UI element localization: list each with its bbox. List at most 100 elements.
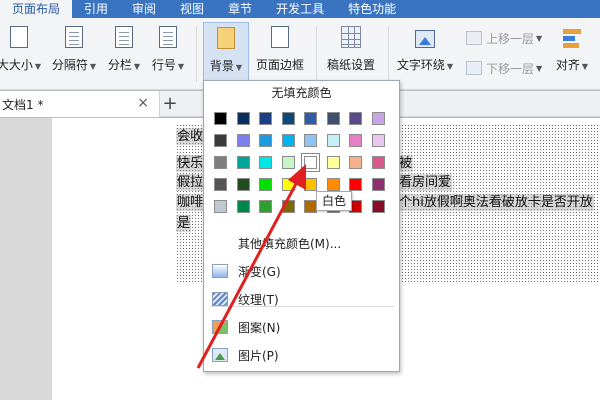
color-swatch[interactable] — [326, 178, 340, 191]
texture-option[interactable]: 纹理(T) — [212, 287, 392, 311]
color-swatch[interactable] — [236, 200, 250, 213]
menu-tab-view[interactable]: 视图 — [168, 0, 216, 18]
document-text-fragment: 被 — [398, 155, 414, 172]
picture-label: 图片(P) — [238, 348, 279, 363]
document-tab[interactable]: 文档1 * × — [0, 91, 160, 117]
paper-size-button[interactable]: 大大小 ▼ — [0, 22, 42, 84]
color-swatch[interactable] — [259, 178, 272, 191]
document-text-fragment: 个hi放假啊奥法看破放卡是否开放 — [398, 194, 594, 211]
color-swatch[interactable] — [214, 200, 227, 213]
texture-label: 纹理(T) — [238, 292, 279, 307]
columns-button[interactable]: 分栏 ▼ — [104, 22, 144, 84]
color-tooltip: 白色 — [316, 191, 352, 211]
color-swatch[interactable] — [214, 178, 227, 191]
color-swatch[interactable] — [301, 153, 320, 172]
columns-icon — [115, 26, 133, 48]
document-text-line: 是 — [176, 215, 192, 232]
menu-tab-review[interactable]: 审阅 — [120, 0, 168, 18]
align-button[interactable]: 对齐 ▼ — [552, 22, 592, 84]
ribbon-divider — [388, 26, 389, 82]
color-swatch[interactable] — [259, 134, 272, 147]
page-border-icon — [271, 26, 289, 48]
columns-label: 分栏 — [107, 58, 132, 72]
color-swatch[interactable] — [236, 134, 250, 147]
align-icon — [561, 26, 583, 50]
gradient-label: 渐变(G) — [238, 264, 281, 279]
separator-icon — [65, 26, 83, 48]
color-swatch[interactable] — [304, 178, 317, 191]
background-label: 背景 — [209, 59, 234, 73]
color-swatch[interactable] — [326, 134, 340, 147]
texture-icon — [212, 292, 228, 306]
background-button[interactable]: 背景 ▼ — [203, 22, 249, 84]
send-backward-label: 下移一层 — [486, 61, 535, 76]
ribbon-divider — [196, 26, 197, 82]
color-swatch[interactable] — [236, 156, 250, 169]
document-text-line: 假拉 — [176, 174, 205, 191]
menu-tab-features[interactable]: 特色功能 — [336, 0, 408, 18]
line-number-button[interactable]: 行号 ▼ — [148, 22, 188, 84]
color-swatch[interactable] — [371, 112, 385, 125]
vertical-ruler — [0, 118, 52, 400]
text-wrap-icon — [415, 30, 435, 48]
color-swatch[interactable] — [371, 200, 385, 213]
color-swatch[interactable] — [236, 178, 250, 191]
send-backward-button[interactable]: 下移一层 ▼ — [466, 58, 542, 78]
menu-tab-bar: 页面布局 引用 审阅 视图 章节 开发工具 特色功能 — [0, 0, 600, 18]
more-fill-colors-label: 其他填充颜色(M)... — [238, 236, 342, 251]
paper-size-icon — [10, 26, 28, 48]
color-swatch[interactable] — [236, 112, 250, 125]
color-swatch[interactable] — [304, 134, 317, 147]
document-text-line: 会收 — [176, 128, 205, 145]
color-swatch[interactable] — [349, 156, 362, 169]
color-swatch[interactable] — [281, 112, 295, 125]
line-number-label: 行号 — [151, 58, 176, 72]
color-swatch[interactable] — [214, 112, 227, 125]
color-swatch[interactable] — [349, 112, 362, 125]
manuscript-settings-button[interactable]: 稿纸设置 — [322, 22, 380, 84]
manuscript-label: 稿纸设置 — [326, 58, 375, 72]
picture-option[interactable]: 图片(P) — [212, 343, 392, 367]
color-swatch[interactable] — [259, 112, 272, 125]
pattern-icon — [212, 320, 228, 334]
color-swatch[interactable] — [214, 156, 227, 169]
bring-forward-button[interactable]: 上移一层 ▼ — [466, 28, 542, 48]
color-swatch[interactable] — [281, 178, 295, 191]
color-swatch[interactable] — [371, 134, 385, 147]
send-backward-icon — [466, 61, 482, 75]
menu-tab-references[interactable]: 引用 — [72, 0, 120, 18]
separator-button[interactable]: 分隔符 ▼ — [46, 22, 102, 84]
menu-tab-page-layout[interactable]: 页面布局 — [0, 0, 73, 18]
color-swatch[interactable] — [349, 134, 362, 147]
color-swatch[interactable] — [371, 156, 385, 169]
background-icon — [217, 27, 235, 49]
pattern-label: 图案(N) — [238, 320, 281, 335]
text-wrap-button[interactable]: 文字环绕 ▼ — [394, 22, 456, 84]
add-tab-icon[interactable]: + — [160, 91, 180, 117]
color-swatch[interactable] — [281, 200, 295, 213]
color-swatch[interactable] — [259, 200, 272, 213]
no-fill-color-option[interactable]: 无填充颜色 — [204, 81, 399, 105]
color-swatch[interactable] — [371, 178, 385, 191]
color-swatch[interactable] — [304, 112, 317, 125]
page-border-button[interactable]: 页面边框 — [252, 22, 308, 84]
document-text-fragment: 看房间爱 — [398, 174, 453, 191]
color-swatch[interactable] — [259, 156, 272, 169]
menu-tab-developer[interactable]: 开发工具 — [264, 0, 336, 18]
color-swatch[interactable] — [326, 156, 340, 169]
more-fill-colors-option[interactable]: 其他填充颜色(M)... — [212, 231, 392, 255]
document-tab-name: 文档1 * — [2, 97, 44, 112]
align-label: 对齐 — [555, 58, 580, 72]
document-text-line: 快乐 — [176, 155, 205, 172]
color-swatch[interactable] — [349, 178, 362, 191]
gradient-option[interactable]: 渐变(G) — [212, 259, 392, 283]
menu-tab-chapter[interactable]: 章节 — [216, 0, 264, 18]
background-color-dropdown: 无填充颜色 其他填充颜色(M)... 渐变(G) 纹理(T) 图案(N) 图片(… — [203, 80, 400, 372]
close-icon[interactable]: × — [137, 95, 149, 111]
separator-label: 分隔符 — [51, 58, 88, 72]
color-swatch[interactable] — [281, 156, 295, 169]
color-swatch[interactable] — [326, 112, 340, 125]
color-swatch[interactable] — [214, 134, 227, 147]
color-swatch[interactable] — [281, 134, 295, 147]
pattern-option[interactable]: 图案(N) — [212, 315, 392, 339]
